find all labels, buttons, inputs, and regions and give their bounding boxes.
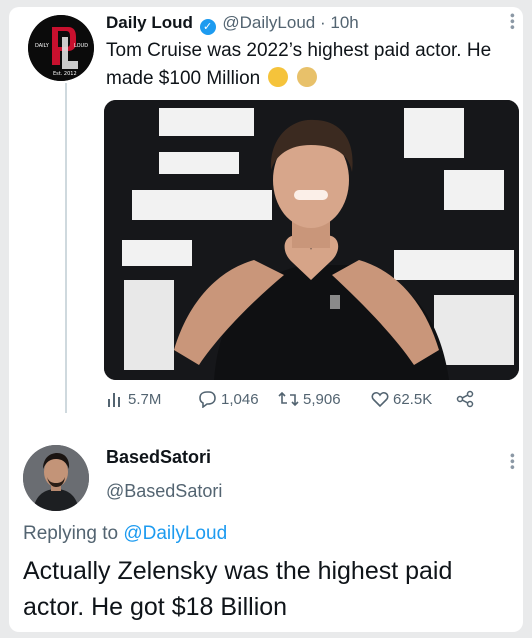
share-nodes-icon: [456, 390, 474, 408]
tweet-header: Daily Loud ✓ @DailyLoud · 10h: [106, 13, 359, 35]
like-action[interactable]: 62.5K: [371, 390, 432, 408]
logo-text-right: LOUD: [74, 43, 89, 49]
share-action[interactable]: [456, 390, 474, 408]
replying-to-line: Replying to @DailyLoud: [23, 523, 227, 545]
retweet-count: 5,906: [303, 390, 341, 408]
reply-count: 1,046: [221, 390, 259, 408]
based-satori-avatar[interactable]: [23, 445, 89, 511]
photo-man-heart-hands-icon: [104, 100, 519, 380]
time-separator: ·: [319, 13, 326, 32]
heart-outline-icon: [371, 392, 389, 408]
thread-connector-line: [65, 83, 67, 413]
reply-action[interactable]: 1,046: [198, 390, 259, 408]
tweet-time[interactable]: 10h: [330, 13, 358, 32]
tweet-photo[interactable]: [104, 100, 519, 380]
reply-bubble-icon: [199, 391, 216, 408]
logo-text-bottom: Est. 2012: [53, 71, 77, 77]
replying-to-prefix: Replying to: [23, 523, 119, 544]
daily-loud-avatar[interactable]: DAILY LOUD Est. 2012: [28, 15, 94, 81]
reply-author-handle[interactable]: @BasedSatori: [106, 481, 222, 502]
logo-text-left: DAILY: [35, 43, 49, 49]
retweet-arrows-icon: [278, 391, 299, 407]
more-options-icon[interactable]: •••: [505, 13, 521, 31]
tweet-thread-card: DAILY LOUD Est. 2012 Daily Loud ✓ @Daily…: [9, 7, 523, 632]
verified-badge-icon: ✓: [199, 19, 216, 35]
retweet-action[interactable]: 5,906: [278, 390, 341, 408]
tweet-text: Tom Cruise was 2022’s highest paid actor…: [106, 37, 501, 93]
views-action[interactable]: 5.7M: [106, 390, 161, 408]
like-count: 62.5K: [393, 390, 433, 408]
reply-more-options-icon[interactable]: •••: [505, 453, 521, 471]
exploding-head-emoji-icon: [268, 67, 289, 87]
author-name[interactable]: Daily Loud: [106, 13, 193, 32]
analytics-bars-icon: [108, 393, 120, 407]
views-count: 5.7M: [128, 390, 162, 408]
tweet-action-bar: 5.7M 1,046 5,906 62.5K: [106, 390, 506, 412]
author-handle[interactable]: @DailyLoud: [222, 13, 315, 32]
replying-to-mention[interactable]: @DailyLoud: [123, 523, 227, 544]
profile-photo-icon: [23, 445, 89, 511]
money-bag-emoji-icon: [296, 67, 317, 87]
reply-author-name[interactable]: BasedSatori: [106, 447, 211, 468]
reply-text: Actually Zelensky was the highest paid a…: [23, 557, 453, 621]
